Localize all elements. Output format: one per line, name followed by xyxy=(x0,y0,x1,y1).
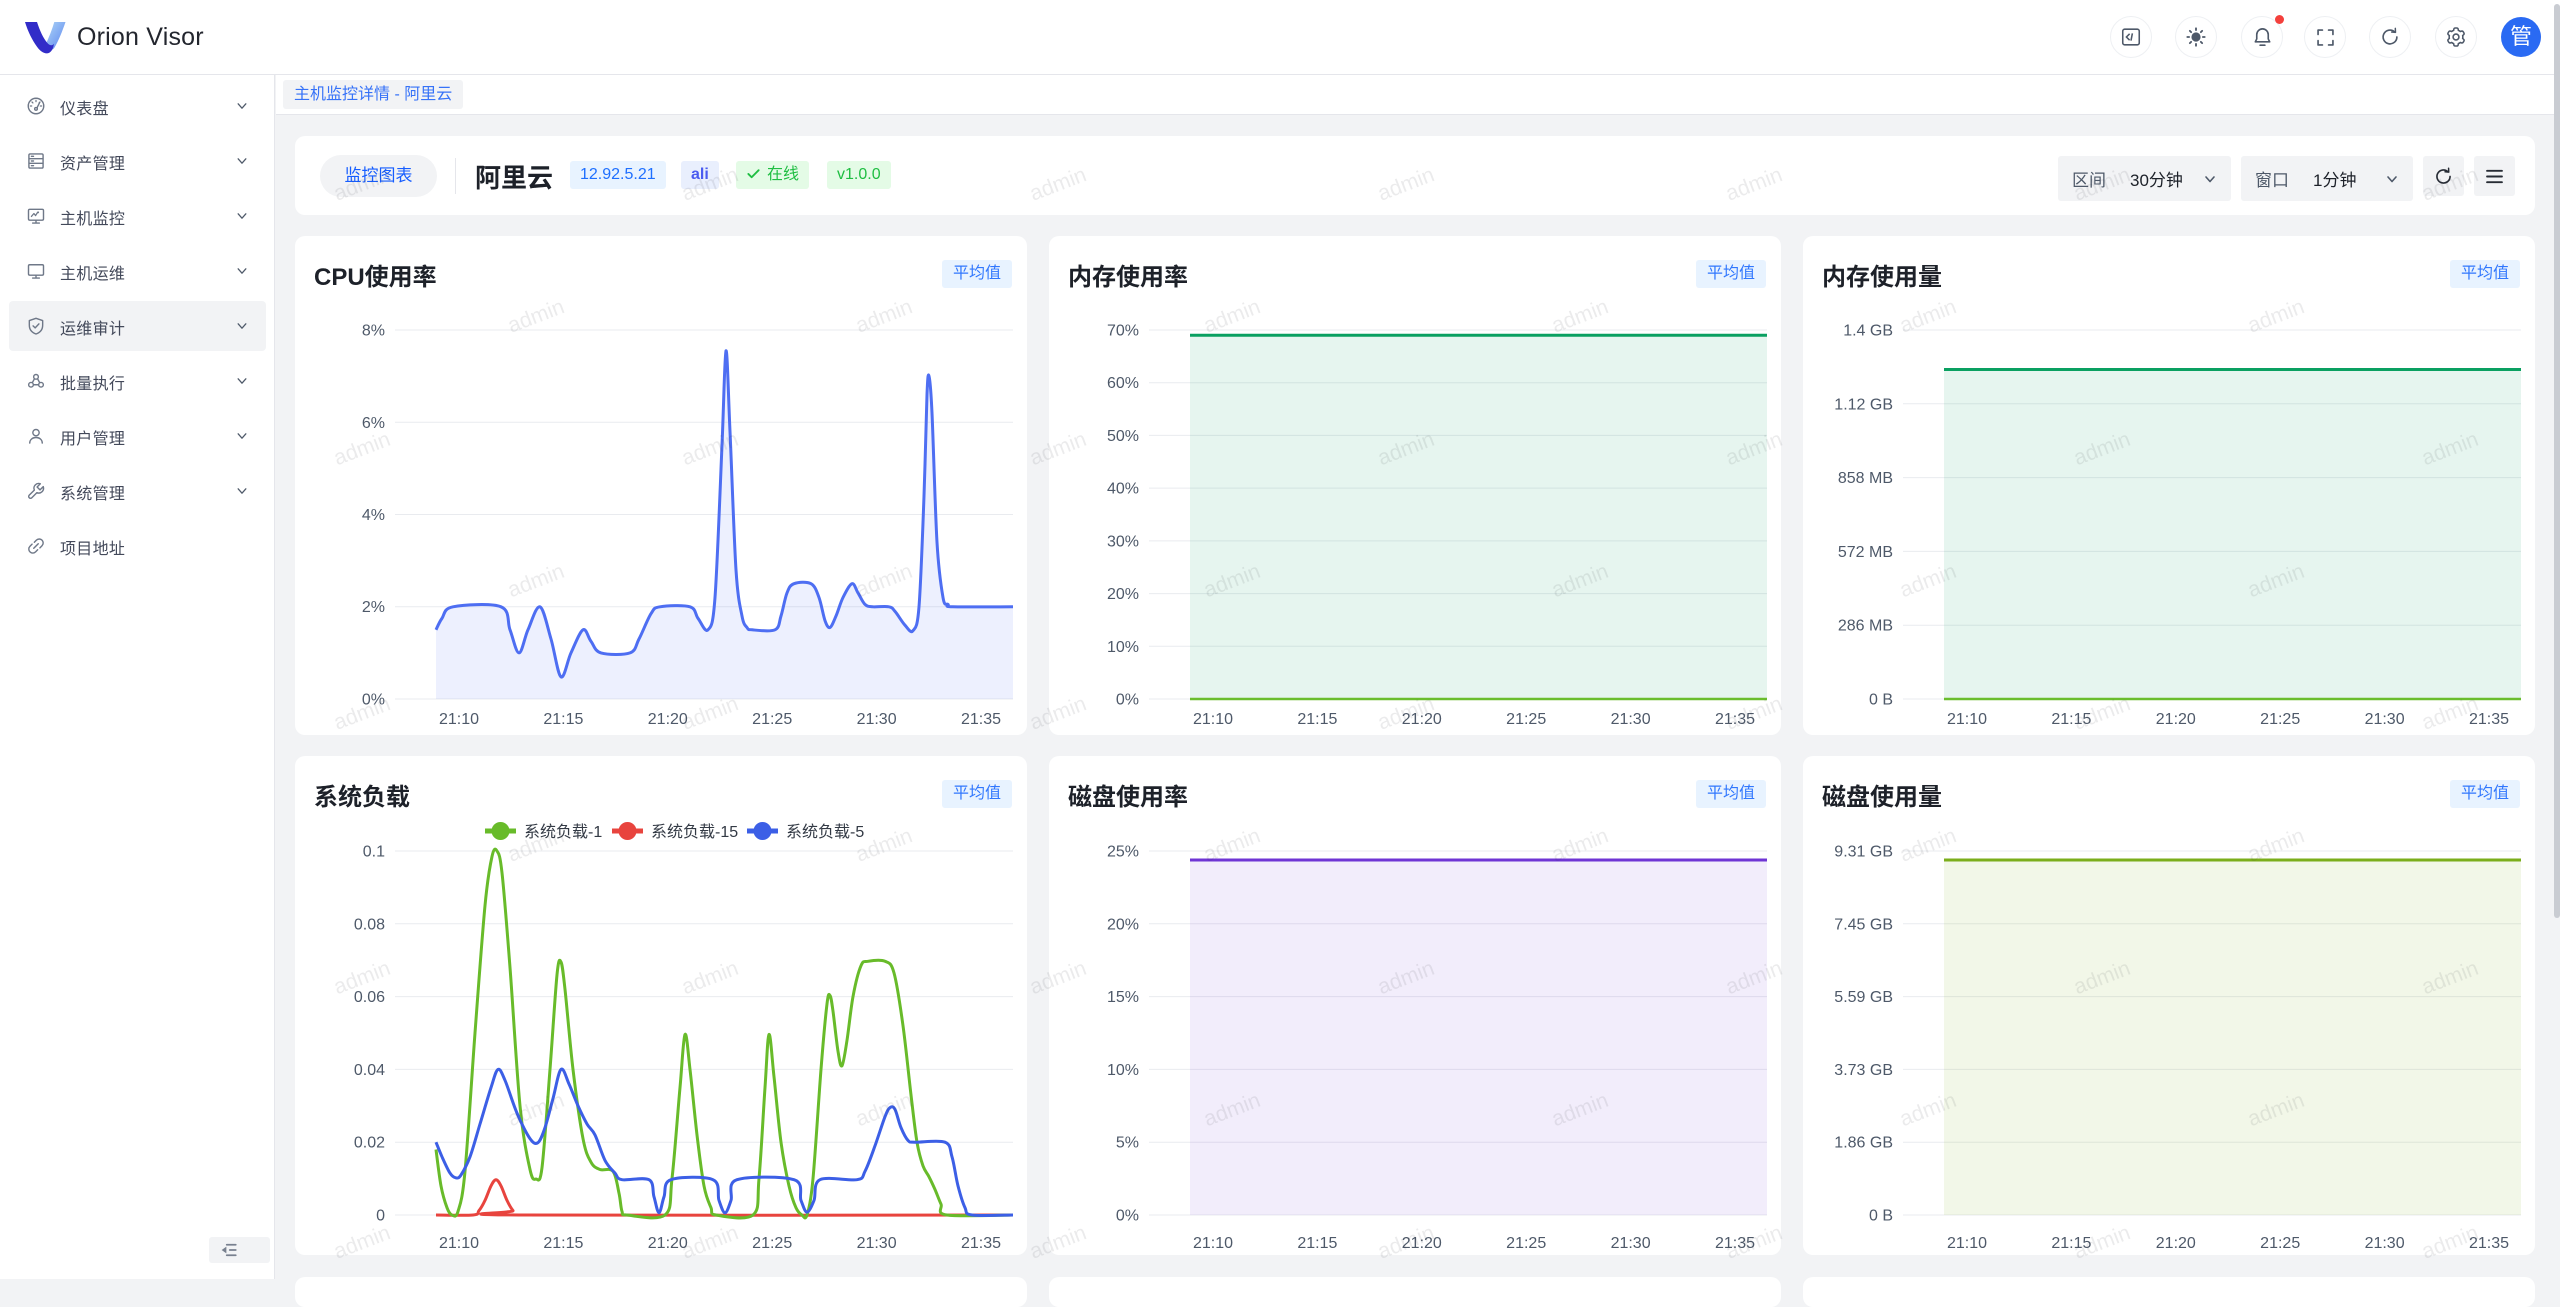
svg-text:10%: 10% xyxy=(1107,639,1139,656)
svg-text:21:15: 21:15 xyxy=(2051,1235,2091,1252)
svg-text:20%: 20% xyxy=(1107,916,1139,933)
svg-text:21:15: 21:15 xyxy=(543,711,583,728)
svg-text:50%: 50% xyxy=(1107,428,1139,445)
svg-text:30%: 30% xyxy=(1107,533,1139,550)
svg-text:21:20: 21:20 xyxy=(2156,1235,2196,1252)
svg-text:3.73 GB: 3.73 GB xyxy=(1834,1062,1893,1079)
svg-text:21:35: 21:35 xyxy=(2469,711,2509,728)
svg-text:7.45 GB: 7.45 GB xyxy=(1834,916,1893,933)
svg-text:系统负载-15: 系统负载-15 xyxy=(651,823,738,841)
svg-text:21:25: 21:25 xyxy=(2260,1235,2300,1252)
svg-text:系统负载-1: 系统负载-1 xyxy=(524,823,602,841)
svg-text:6%: 6% xyxy=(362,415,385,432)
svg-text:21:35: 21:35 xyxy=(961,1235,1001,1252)
svg-text:21:10: 21:10 xyxy=(1193,1235,1233,1252)
svg-text:21:35: 21:35 xyxy=(1715,711,1755,728)
svg-text:70%: 70% xyxy=(1107,323,1139,340)
svg-text:21:15: 21:15 xyxy=(543,1235,583,1252)
svg-text:0%: 0% xyxy=(1116,1208,1139,1225)
svg-text:0.04: 0.04 xyxy=(354,1062,385,1079)
svg-text:20%: 20% xyxy=(1107,586,1139,603)
svg-text:21:30: 21:30 xyxy=(857,711,897,728)
svg-text:21:20: 21:20 xyxy=(1402,711,1442,728)
svg-text:21:10: 21:10 xyxy=(439,1235,479,1252)
svg-text:21:30: 21:30 xyxy=(1611,711,1651,728)
svg-text:286 MB: 286 MB xyxy=(1838,618,1893,635)
svg-text:5%: 5% xyxy=(1116,1135,1139,1152)
svg-text:10%: 10% xyxy=(1107,1062,1139,1079)
svg-text:21:15: 21:15 xyxy=(1297,711,1337,728)
svg-text:0%: 0% xyxy=(362,692,385,709)
svg-text:21:30: 21:30 xyxy=(857,1235,897,1252)
svg-text:0 B: 0 B xyxy=(1869,692,1893,709)
svg-text:40%: 40% xyxy=(1107,481,1139,498)
svg-text:858 MB: 858 MB xyxy=(1838,470,1893,487)
svg-text:5.59 GB: 5.59 GB xyxy=(1834,989,1893,1006)
svg-text:0%: 0% xyxy=(1116,692,1139,709)
svg-text:21:25: 21:25 xyxy=(752,711,792,728)
svg-text:0.1: 0.1 xyxy=(363,844,385,861)
svg-text:21:25: 21:25 xyxy=(2260,711,2300,728)
svg-text:21:10: 21:10 xyxy=(439,711,479,728)
svg-text:8%: 8% xyxy=(362,323,385,340)
svg-text:21:35: 21:35 xyxy=(961,711,1001,728)
svg-text:21:30: 21:30 xyxy=(1611,1235,1651,1252)
svg-text:21:25: 21:25 xyxy=(1506,711,1546,728)
svg-text:21:20: 21:20 xyxy=(2156,711,2196,728)
svg-text:21:15: 21:15 xyxy=(1297,1235,1337,1252)
svg-text:21:30: 21:30 xyxy=(2365,1235,2405,1252)
svg-text:21:25: 21:25 xyxy=(1506,1235,1546,1252)
svg-text:1.12 GB: 1.12 GB xyxy=(1834,396,1893,413)
svg-text:21:30: 21:30 xyxy=(2365,711,2405,728)
svg-text:21:35: 21:35 xyxy=(2469,1235,2509,1252)
svg-text:0.08: 0.08 xyxy=(354,916,385,933)
svg-text:21:20: 21:20 xyxy=(648,1235,688,1252)
svg-text:25%: 25% xyxy=(1107,844,1139,861)
svg-text:21:10: 21:10 xyxy=(1947,711,1987,728)
svg-text:21:10: 21:10 xyxy=(1947,1235,1987,1252)
svg-text:0: 0 xyxy=(376,1208,385,1225)
svg-text:21:10: 21:10 xyxy=(1193,711,1233,728)
svg-text:1.4 GB: 1.4 GB xyxy=(1843,323,1893,340)
svg-text:21:35: 21:35 xyxy=(1715,1235,1755,1252)
svg-text:系统负载-5: 系统负载-5 xyxy=(786,823,864,841)
svg-text:60%: 60% xyxy=(1107,375,1139,392)
svg-text:9.31 GB: 9.31 GB xyxy=(1834,844,1893,861)
svg-text:21:20: 21:20 xyxy=(1402,1235,1442,1252)
svg-text:0.02: 0.02 xyxy=(354,1135,385,1152)
svg-text:2%: 2% xyxy=(362,599,385,616)
svg-text:21:20: 21:20 xyxy=(648,711,688,728)
svg-text:21:25: 21:25 xyxy=(752,1235,792,1252)
svg-text:0 B: 0 B xyxy=(1869,1208,1893,1225)
svg-text:21:15: 21:15 xyxy=(2051,711,2091,728)
svg-text:1.86 GB: 1.86 GB xyxy=(1834,1135,1893,1152)
svg-text:0.06: 0.06 xyxy=(354,989,385,1006)
svg-text:572 MB: 572 MB xyxy=(1838,544,1893,561)
svg-text:15%: 15% xyxy=(1107,989,1139,1006)
svg-text:4%: 4% xyxy=(362,507,385,524)
